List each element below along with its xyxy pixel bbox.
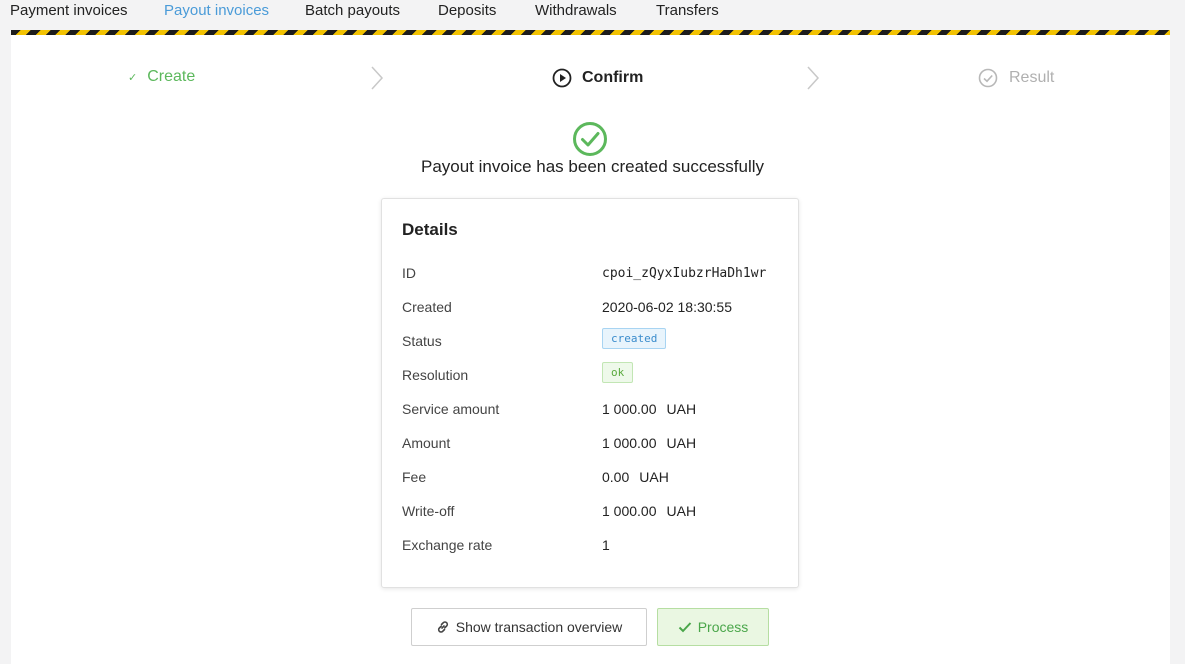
amount-number: 1 000.00 [602, 503, 657, 519]
currency-code: UAH [666, 401, 697, 417]
step-confirm: Confirm [552, 68, 643, 88]
detail-key: Resolution [402, 367, 469, 383]
link-icon [436, 620, 450, 634]
tab-deposits[interactable]: Deposits [438, 2, 496, 19]
exchange-rate-value: 1 [602, 537, 610, 553]
details-title: Details [402, 220, 458, 239]
service-amount-value: 1 000.00 UAH [602, 401, 696, 417]
check-icon [678, 621, 692, 633]
tab-transfers[interactable]: Transfers [656, 2, 719, 19]
detail-row-amount: Amount 1 000.00 UAH [402, 427, 788, 461]
amount-number: 0.00 [602, 469, 630, 485]
fee-value: 0.00 UAH [602, 469, 669, 485]
detail-key: Created [402, 299, 452, 315]
detail-row-id: ID cpoi_zQyxIubzrHaDh1wr [402, 257, 788, 291]
step-create-label: Create [147, 68, 196, 85]
detail-row-write-off: Write-off 1 000.00 UAH [402, 495, 788, 529]
detail-key: ID [402, 265, 416, 281]
currency-code: UAH [666, 435, 697, 451]
tab-withdrawals[interactable]: Withdrawals [535, 2, 617, 19]
check-circle-icon [978, 68, 998, 88]
currency-code: UAH [639, 469, 669, 485]
step-create: ✓ Create [128, 68, 195, 86]
show-transaction-overview-button[interactable]: Show transaction overview [411, 608, 647, 646]
check-icon: ✓ [128, 71, 138, 84]
status-badge: created [602, 328, 667, 349]
detail-row-status: Status created [402, 325, 788, 359]
tab-batch-payouts[interactable]: Batch payouts [305, 2, 400, 19]
amount-number: 1 000.00 [602, 401, 657, 417]
process-button[interactable]: Process [657, 608, 769, 646]
detail-key: Service amount [402, 401, 500, 417]
detail-row-service-amount: Service amount 1 000.00 UAH [402, 393, 788, 427]
invoice-id-value: cpoi_zQyxIubzrHaDh1wr [602, 266, 767, 281]
chevron-right-icon [807, 66, 820, 90]
success-message: Payout invoice has been created successf… [420, 157, 765, 176]
chevron-right-icon [371, 66, 384, 90]
detail-key: Status [402, 333, 442, 349]
show-transaction-overview-label: Show transaction overview [455, 619, 623, 635]
detail-key: Exchange rate [402, 537, 493, 553]
amount-number: 1 000.00 [602, 435, 657, 451]
write-off-value: 1 000.00 UAH [602, 503, 696, 519]
detail-row-fee: Fee 0.00 UAH [402, 461, 788, 495]
resolution-badge: ok [602, 362, 634, 383]
detail-row-created: Created 2020-06-02 18:30:55 [402, 291, 788, 325]
detail-row-resolution: Resolution ok [402, 359, 788, 393]
success-check-circle-icon [573, 122, 607, 156]
play-circle-icon [552, 68, 572, 88]
currency-code: UAH [666, 503, 697, 519]
top-tab-bar: Payment invoices Payout invoices Batch p… [0, 0, 1185, 30]
created-value: 2020-06-02 18:30:55 [602, 299, 732, 315]
detail-key: Amount [402, 435, 451, 451]
detail-row-exchange-rate: Exchange rate 1 [402, 529, 788, 563]
detail-key: Write-off [402, 503, 455, 519]
step-result: Result [978, 68, 1054, 88]
process-label: Process [697, 619, 749, 635]
tab-payout-invoices[interactable]: Payout invoices [164, 2, 269, 19]
step-confirm-label: Confirm [582, 69, 644, 86]
step-result-label: Result [1009, 69, 1055, 86]
detail-key: Fee [402, 469, 427, 485]
amount-value: 1 000.00 UAH [602, 435, 696, 451]
details-card: Details ID cpoi_zQyxIubzrHaDh1wr Created… [381, 198, 799, 588]
tab-payment-invoices[interactable]: Payment invoices [10, 2, 128, 19]
